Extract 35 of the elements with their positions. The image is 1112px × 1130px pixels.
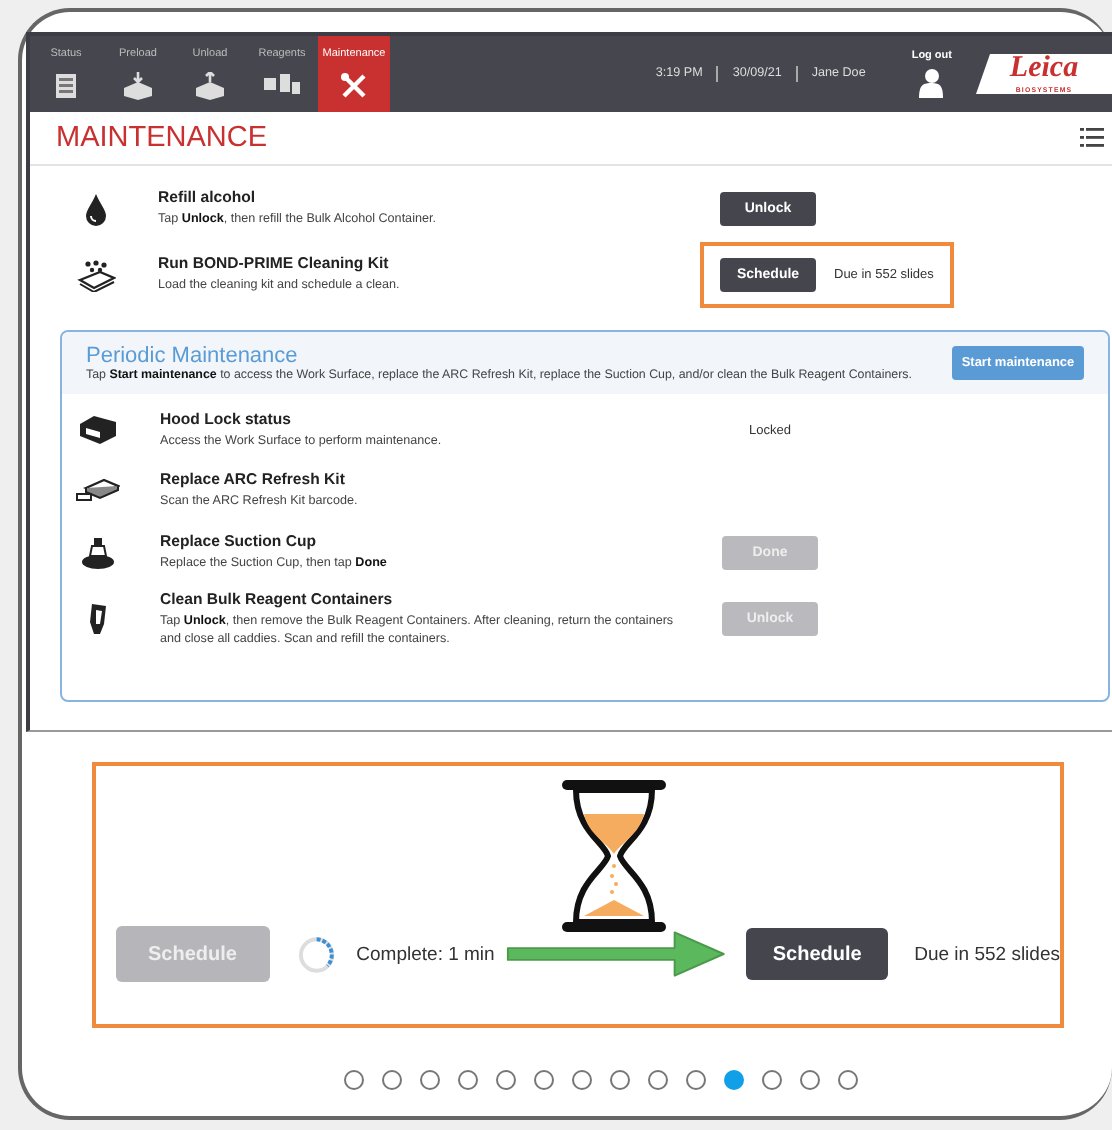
page-dot[interactable] (610, 1070, 630, 1090)
containers-icon (262, 72, 302, 96)
tray-down-icon (122, 72, 154, 100)
page-dot[interactable] (724, 1070, 744, 1090)
page-dot[interactable] (838, 1070, 858, 1090)
bottle-icon (88, 603, 108, 635)
page-dot[interactable] (762, 1070, 782, 1090)
page-title: MAINTENANCE (56, 122, 268, 154)
hourglass-icon (560, 778, 668, 934)
section-title: Periodic Maintenance (86, 344, 300, 368)
page-dot[interactable] (420, 1070, 440, 1090)
page-dot[interactable] (382, 1070, 402, 1090)
page-dot[interactable] (534, 1070, 554, 1090)
page-dot[interactable] (572, 1070, 592, 1090)
page-dot[interactable] (686, 1070, 706, 1090)
page-dot[interactable] (800, 1070, 820, 1090)
page-dot[interactable] (648, 1070, 668, 1090)
page-dot[interactable] (344, 1070, 364, 1090)
list-menu-icon[interactable] (1080, 128, 1104, 148)
refresh-kit-icon (76, 476, 120, 504)
tools-icon (340, 72, 368, 100)
drop-icon (84, 193, 108, 225)
instrument-icon (54, 72, 78, 100)
cleaning-kit-icon (76, 259, 116, 291)
progress-text: Complete: 1 min (356, 943, 495, 965)
tray-up-icon (194, 72, 226, 100)
due-note: Due in 552 slides (914, 943, 1060, 965)
spinner-icon (297, 935, 335, 973)
user-icon (918, 68, 945, 98)
arrow-icon (502, 928, 731, 980)
suction-cup-icon (80, 537, 116, 569)
page-dot[interactable] (458, 1070, 478, 1090)
hood-icon (78, 414, 118, 446)
schedule-button[interactable]: Schedule (746, 928, 889, 980)
page-dot[interactable] (496, 1070, 516, 1090)
